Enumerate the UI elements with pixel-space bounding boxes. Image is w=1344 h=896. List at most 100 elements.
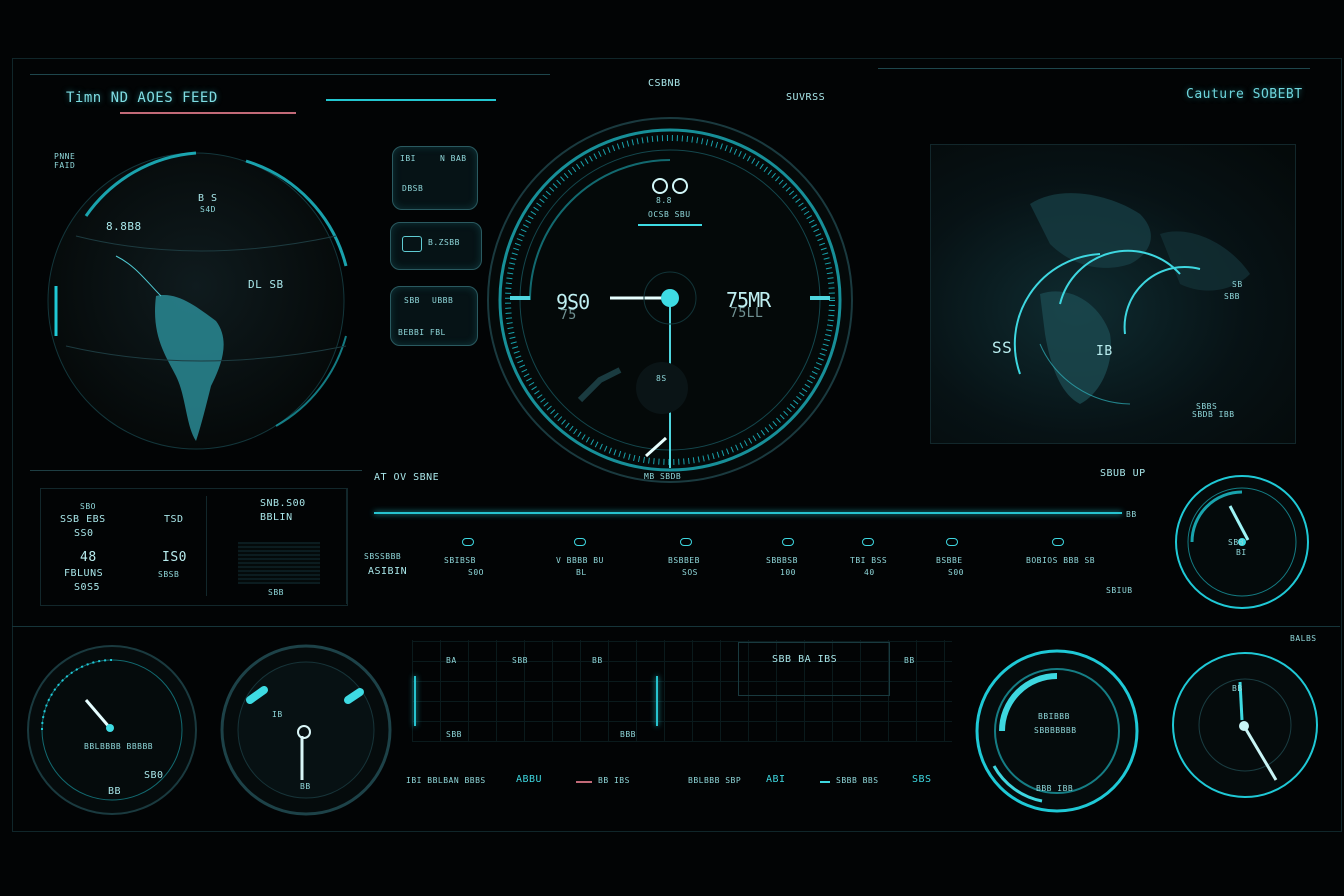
bottom-chart-label-2: SBB	[512, 656, 528, 665]
dial-top-label: OCSB SBU	[648, 210, 691, 219]
readout-item-2[interactable]: SBIBSB S0O	[440, 538, 520, 582]
bottom-chart-mark-left	[414, 676, 416, 726]
stat-1-key: SBO	[80, 502, 96, 511]
bottom-chart-label-4: BB	[904, 656, 915, 665]
readout-item-8-glyph	[1052, 538, 1064, 546]
globe-label-c: DL SB	[248, 278, 284, 291]
bottom-footer-3: BB IBS	[598, 776, 630, 785]
bottom-gauge-2-label-mid: IB	[272, 710, 283, 719]
bottom-footer-2: ABBU	[516, 774, 543, 785]
dial-left-sub: 75	[560, 308, 577, 323]
side-button-2-main: B.ZSBB	[428, 238, 460, 247]
side-button-1-main: N BAB	[440, 154, 467, 163]
globe-label-b2: S4D	[200, 205, 216, 214]
side-button-3-top: SBB	[404, 296, 420, 305]
map-label-top-right: SB	[1232, 280, 1243, 289]
bottom-gauge-4	[1172, 652, 1318, 798]
stat-4-value: IS0	[162, 550, 187, 565]
readout-item-6[interactable]: TBI BSS 40	[848, 538, 908, 582]
bottom-gauge-2	[220, 644, 392, 816]
map-label-left: SS	[992, 338, 1013, 357]
readout-item-4-value: SOS	[682, 568, 698, 577]
bottom-chart-mark-right	[656, 676, 658, 726]
readout-item-2-icon: SBIBSB	[444, 556, 476, 565]
readout-item-8[interactable]: BOBIOS BBB SB	[1024, 538, 1104, 582]
readout-item-3-icon: V BBBB BU	[556, 556, 604, 565]
readout-item-4-glyph	[680, 538, 692, 546]
bottom-footer-7: SBS	[912, 774, 932, 785]
readout-end-label: BB	[1126, 510, 1137, 519]
side-button-3-sub: BEBBI FBL	[398, 328, 446, 337]
dial-bottom-label: MB SBDB	[644, 472, 682, 481]
bottom-gauge-1-label: BBLBBBB BBBBB	[84, 742, 154, 751]
bottom-footer-4: BBLBBB SBP	[688, 776, 742, 785]
stats-divider	[206, 496, 207, 596]
stat-1-number: SS0	[74, 528, 94, 539]
dial-top-icon: 8.8	[656, 196, 672, 205]
readout-item-1[interactable]: SBSSBBB ASIBIN	[364, 538, 434, 582]
readout-right-title: SBUB UP	[1100, 468, 1146, 479]
side-button-2-top: DBSB	[402, 184, 424, 193]
bottom-chart-box	[738, 642, 890, 696]
readout-item-1-icon: SBSSBBB	[364, 552, 402, 561]
bottom-gauge-3-label2: SBBBBBBB	[1034, 726, 1077, 735]
header-center-label: CSBNB	[648, 78, 681, 89]
bottom-gauge-3-label3: BBB IBB	[1036, 784, 1074, 793]
main-dial	[487, 117, 853, 483]
right-gauge-label-top: SBB	[1228, 538, 1244, 547]
globe-label-b: B S	[198, 193, 218, 204]
readout-item-8-icon: BOBIOS BBB SB	[1026, 556, 1096, 565]
top-divider-right	[878, 68, 1310, 69]
globe-label-a: 8.8B8	[106, 220, 142, 233]
bottom-gauge-4-label-top: BALBS	[1290, 634, 1317, 643]
dial-mini-label: 8S	[656, 374, 667, 383]
readout-progress-bar	[374, 512, 1122, 514]
stat-3-value: FBLUNS	[64, 568, 104, 579]
readout-item-6-icon: TBI BSS	[850, 556, 888, 565]
dial-hub	[661, 289, 679, 307]
header-title-underline	[120, 112, 296, 114]
bottom-footer-6: SBBB BBS	[836, 776, 879, 785]
dial-right-sub: 75LL	[730, 306, 764, 321]
readout-item-5-icon: SBBBSB	[766, 556, 798, 565]
stats-noise-block	[238, 542, 320, 584]
bottom-gauge-4-label-mid: BB	[1232, 684, 1243, 693]
stats-headline-sub: BBLIN	[260, 512, 293, 523]
side-button-3-main: UBBB	[432, 296, 454, 305]
readout-item-5-glyph	[782, 538, 794, 546]
readout-item-7[interactable]: BSBBE S00	[932, 538, 992, 582]
readout-item-3[interactable]: V BBBB BU BL	[552, 538, 632, 582]
map-label-right: IB	[1096, 344, 1113, 359]
readout-footer-right: SBIUB	[1106, 586, 1133, 595]
stat-3-number: S0S5	[74, 582, 101, 593]
stat-4-number: SBSB	[158, 570, 180, 579]
readout-item-2-value: S0O	[468, 568, 484, 577]
readout-item-1-label: ASIBIN	[368, 566, 408, 577]
stats-sub-caption: SBB	[268, 588, 284, 597]
bottom-gauge-3-label: BBIBBB	[1038, 712, 1070, 721]
right-gauge-label-bottom: BI	[1236, 548, 1247, 557]
bottom-chart-title: SBB BA IBS	[772, 654, 838, 665]
square-icon	[402, 236, 422, 252]
readout-item-4[interactable]: BSBBEB SOS	[664, 538, 734, 582]
bottom-gauge-1-value2: BB	[108, 786, 122, 797]
readout-item-6-glyph	[862, 538, 874, 546]
bottom-chart-label-3: BB	[592, 656, 603, 665]
side-button-3[interactable]	[390, 286, 478, 346]
bottom-footer-1: IBI BBLBAN BBBS	[406, 776, 486, 785]
readout-item-4-icon: BSBBEB	[668, 556, 700, 565]
side-button-1-top: IBI	[400, 154, 416, 163]
readout-item-2-glyph	[462, 538, 474, 546]
readout-item-7-icon: BSBBE	[936, 556, 963, 565]
header-title: Timn ND AOES FEED	[66, 90, 218, 106]
readout-item-3-value: BL	[576, 568, 587, 577]
readout-item-5-value: 100	[780, 568, 796, 577]
bottom-chart-label-5: SBB	[446, 730, 462, 739]
readout-item-7-value: S00	[948, 568, 964, 577]
bottom-footer-dash-1	[576, 781, 592, 783]
bottom-chart-label-6: BBB	[620, 730, 636, 739]
readout-divider-v	[346, 488, 347, 604]
stat-2-value: TSD	[164, 514, 184, 525]
map-label-top-right2: SBB	[1224, 292, 1240, 301]
readout-item-5[interactable]: SBBBSB 100	[764, 538, 834, 582]
